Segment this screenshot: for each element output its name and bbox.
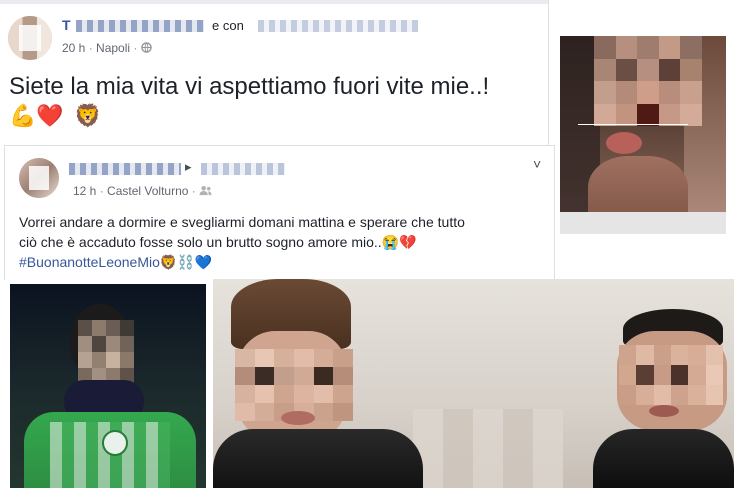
post-text-2-line1: Vorrei andare a dormire e svegliarmi dom… xyxy=(19,214,465,230)
post-emojis: 💪❤️ 🦁 xyxy=(9,103,102,129)
author-avatar-2[interactable] xyxy=(19,158,59,198)
author-name-suffix: e con xyxy=(212,18,244,33)
face-pixelation xyxy=(594,36,702,126)
post-card-1: T e con 20 h · Napoli · Siete la mia vit… xyxy=(0,0,549,145)
heart-emoji: ❤️ xyxy=(36,103,64,128)
lion-emoji: 🦁 xyxy=(74,103,102,128)
post-location[interactable]: Napoli xyxy=(96,41,130,55)
hashtag-link[interactable]: #BuonanotteLeoneMio xyxy=(19,254,160,270)
flexed-biceps-emoji: 💪 xyxy=(9,103,37,128)
post-options-chevron-icon[interactable]: ˅ xyxy=(533,156,541,172)
tagged-names-blurred xyxy=(258,20,418,32)
face-pixelation-4 xyxy=(619,345,723,405)
photo-player-bottom-left xyxy=(10,284,206,488)
friends-icon xyxy=(199,184,212,198)
face-pixelation-2 xyxy=(78,320,134,384)
author-name-blurred xyxy=(76,20,204,32)
author-name-2-blurred[interactable] xyxy=(69,163,181,175)
post-text-2-line2: ciò che è accaduto fosse solo un brutto … xyxy=(19,234,417,250)
post-location-2[interactable]: Castel Volturno xyxy=(107,184,188,198)
hashtag-emojis: 🦁⛓️💙 xyxy=(159,254,213,270)
post-meta-2: 12 h · Castel Volturno · xyxy=(73,184,212,198)
photo-two-people-bottom-right xyxy=(213,279,734,488)
author-avatar[interactable] xyxy=(8,16,52,60)
post-time-2[interactable]: 12 h xyxy=(73,184,96,198)
post-time[interactable]: 20 h xyxy=(62,41,85,55)
shared-arrow: ▸ xyxy=(185,159,192,174)
globe-icon xyxy=(140,41,152,55)
post-card-2: ▸ ˅ 12 h · Castel Volturno · Vorrei anda… xyxy=(4,145,555,280)
photo-portrait-top-right xyxy=(560,36,726,234)
post-text: Siete la mia vita vi aspettiamo fuori vi… xyxy=(9,73,490,100)
author-name[interactable]: T e con xyxy=(62,17,422,33)
post-separator xyxy=(0,0,548,4)
post-hashtag-line: #BuonanotteLeoneMio🦁⛓️💙 xyxy=(19,254,212,272)
tagged-name-2-blurred[interactable] xyxy=(201,163,285,175)
post-meta: 20 h · Napoli · xyxy=(62,41,152,55)
